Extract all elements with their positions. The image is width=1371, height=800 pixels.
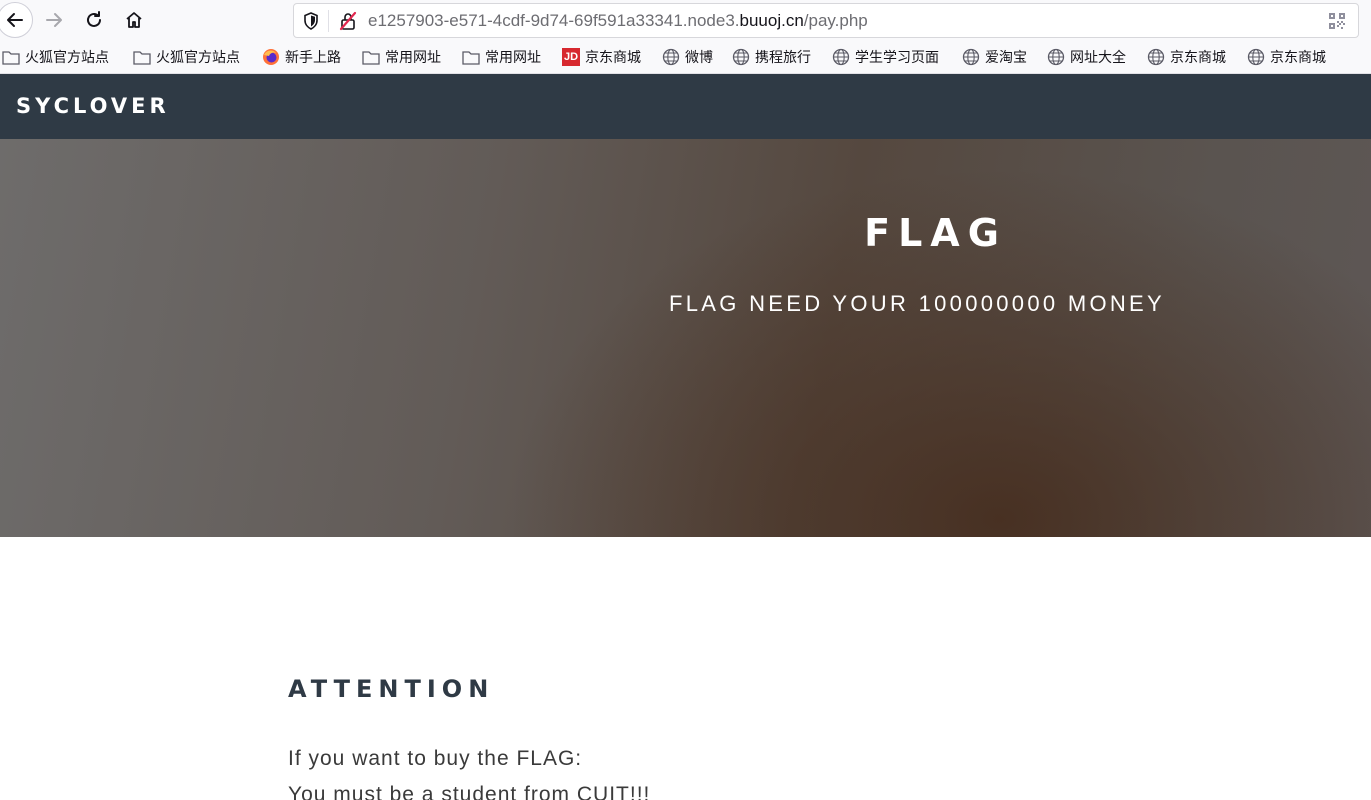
firefox-icon: [262, 48, 280, 66]
bookmark-label: 网址大全: [1070, 49, 1126, 65]
folder-icon: [2, 48, 20, 66]
bookmark-label: 京东商城: [1170, 49, 1226, 65]
bookmark-label: 新手上路: [285, 49, 341, 65]
bookmark-item[interactable]: 京东商城: [1147, 46, 1226, 68]
attention-line-1: If you want to buy the FLAG:: [288, 747, 583, 770]
folder-icon: [133, 48, 151, 66]
hero-banner: FLAG FLAG NEED YOUR 100000000 MONEY: [0, 139, 1371, 537]
main-content: ATTENTION If you want to buy the FLAG: Y…: [288, 675, 650, 800]
bookmark-item[interactable]: 学生学习页面: [832, 46, 939, 68]
globe-icon: [832, 48, 850, 66]
bookmark-label: 常用网址: [485, 49, 541, 65]
url-bar[interactable]: e1257903-e571-4cdf-9d74-69f591a33341.nod…: [293, 3, 1359, 38]
bookmark-label: 火狐官方站点: [25, 49, 109, 65]
bookmark-item[interactable]: 网址大全: [1047, 46, 1126, 68]
url-host: buuoj.cn: [739, 11, 804, 30]
home-button[interactable]: [118, 4, 150, 36]
bookmark-item[interactable]: JD 京东商城: [562, 46, 641, 68]
attention-line-2: You must be a student from CUIT!!!: [288, 783, 651, 800]
browser-toolbar: e1257903-e571-4cdf-9d74-69f591a33341.nod…: [0, 0, 1371, 41]
bookmark-label: 学生学习页面: [855, 49, 939, 65]
bookmarks-bar: 火狐官方站点 火狐官方站点 新手上路 常用网址 常用网址 JD 京东商城 微博 携程旅行 学生学习…: [0, 41, 1371, 74]
folder-icon: [462, 48, 480, 66]
back-button[interactable]: [0, 2, 33, 38]
insecure-lock-icon[interactable]: [338, 11, 358, 36]
back-arrow-icon: [7, 13, 23, 27]
bookmark-label: 常用网址: [385, 49, 441, 65]
bookmark-item[interactable]: 火狐官方站点: [2, 46, 109, 68]
bookmark-item[interactable]: 携程旅行: [732, 46, 811, 68]
url-prefix: e1257903-e571-4cdf-9d74-69f591a33341.nod…: [368, 11, 740, 30]
globe-icon: [1047, 48, 1065, 66]
tracking-shield-icon[interactable]: [303, 12, 319, 35]
hero-subtitle: FLAG NEED YOUR 100000000 MONEY: [669, 291, 1165, 316]
bookmark-label: 爱淘宝: [985, 49, 1027, 65]
attention-text: If you want to buy the FLAG: You must be…: [288, 741, 650, 800]
site-brand[interactable]: SYCLOVER: [16, 94, 170, 118]
bookmark-item[interactable]: 新手上路: [262, 46, 341, 68]
url-text[interactable]: e1257903-e571-4cdf-9d74-69f591a33341.nod…: [368, 11, 868, 31]
url-divider: [328, 10, 329, 32]
globe-icon: [662, 48, 680, 66]
jd-icon: JD: [562, 48, 580, 66]
hero-title: FLAG: [864, 211, 1007, 255]
globe-icon: [1247, 48, 1265, 66]
bookmark-label: 携程旅行: [755, 49, 811, 65]
site-navbar: SYCLOVER: [0, 74, 1371, 139]
qr-code-icon[interactable]: [1328, 12, 1346, 35]
forward-arrow-icon: [46, 13, 62, 27]
forward-button[interactable]: [38, 4, 70, 36]
bookmark-label: 京东商城: [585, 49, 641, 65]
section-title: ATTENTION: [288, 675, 495, 703]
folder-icon: [362, 48, 380, 66]
bookmark-item[interactable]: 火狐官方站点: [133, 46, 240, 68]
globe-icon: [962, 48, 980, 66]
bookmark-label: 京东商城: [1270, 49, 1326, 65]
bookmark-item[interactable]: 微博: [662, 46, 713, 68]
bookmark-item[interactable]: 爱淘宝: [962, 46, 1027, 68]
jd-icon-text: JD: [563, 51, 579, 63]
globe-icon: [732, 48, 750, 66]
home-icon: [126, 12, 142, 28]
globe-icon: [1147, 48, 1165, 66]
bookmark-label: 微博: [685, 49, 713, 65]
bookmark-item[interactable]: 京东商城: [1247, 46, 1326, 68]
bookmark-label: 火狐官方站点: [156, 49, 240, 65]
bookmark-item[interactable]: 常用网址: [462, 46, 541, 68]
url-path: /pay.php: [803, 11, 868, 30]
bookmark-item[interactable]: 常用网址: [362, 46, 441, 68]
reload-icon: [87, 11, 101, 27]
reload-button[interactable]: [78, 4, 110, 36]
